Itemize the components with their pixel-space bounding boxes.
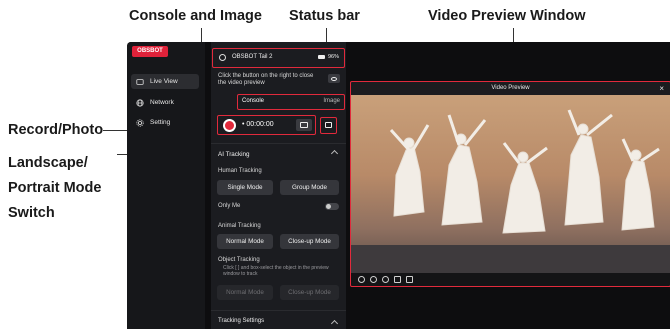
annotated-screenshot: Console and Image Status bar Video Previ… bbox=[0, 0, 670, 329]
record-icon bbox=[225, 121, 234, 130]
app-window: OBSBOT Live View Network Setting OBSBOT … bbox=[127, 42, 670, 329]
callout-landscape-1: Landscape/ bbox=[8, 155, 88, 171]
live-view-icon bbox=[136, 78, 144, 85]
callout-status-bar: Status bar bbox=[289, 8, 360, 24]
callout-console-image: Console and Image bbox=[129, 8, 262, 24]
sidebar-item-label: Setting bbox=[150, 119, 171, 126]
orientation-switch-button[interactable] bbox=[320, 117, 337, 134]
chevron-up-icon[interactable] bbox=[330, 149, 339, 158]
console-panel: OBSBOT Tail 2 96% Click the button on th… bbox=[211, 42, 346, 329]
animal-closeup-mode-button[interactable]: Close-up Mode bbox=[280, 234, 339, 249]
callout-video-preview: Video Preview Window bbox=[428, 8, 586, 24]
object-tracking-label: Object Tracking bbox=[218, 257, 260, 263]
battery-icon bbox=[318, 55, 325, 59]
eye-icon bbox=[331, 76, 337, 81]
record-timer: • 00:00:00 bbox=[242, 121, 274, 128]
tracking-settings-title[interactable]: Tracking Settings bbox=[218, 318, 264, 324]
sidebar-item-setting[interactable]: Setting bbox=[131, 115, 199, 130]
tab-image[interactable]: Image bbox=[323, 98, 340, 104]
callout-landscape-2: Portrait Mode bbox=[8, 180, 102, 196]
divider bbox=[211, 143, 346, 144]
gear-icon bbox=[136, 118, 144, 127]
chevron-up-icon[interactable] bbox=[330, 319, 339, 328]
power-icon bbox=[219, 54, 226, 61]
battery-level: 96% bbox=[328, 54, 340, 60]
only-me-toggle[interactable] bbox=[325, 203, 339, 210]
globe-icon bbox=[136, 98, 144, 107]
orientation-icon bbox=[325, 122, 332, 128]
animal-normal-mode-button[interactable]: Normal Mode bbox=[217, 234, 273, 249]
object-closeup-mode-button[interactable]: Close-up Mode bbox=[280, 285, 339, 300]
object-tracking-hint: Click [ ] and box-select the object in t… bbox=[223, 265, 329, 277]
only-me-label: Only Me bbox=[218, 203, 241, 209]
animal-tracking-label: Animal Tracking bbox=[218, 223, 261, 229]
callout-landscape-3: Switch bbox=[8, 205, 55, 221]
sidebar: OBSBOT Live View Network Setting bbox=[127, 42, 205, 329]
single-mode-button[interactable]: Single Mode bbox=[217, 180, 273, 195]
divider bbox=[211, 310, 346, 311]
sidebar-item-live-view[interactable]: Live View bbox=[131, 74, 199, 89]
sidebar-item-network[interactable]: Network bbox=[131, 95, 199, 110]
record-button[interactable] bbox=[223, 119, 236, 132]
ai-tracking-title: AI Tracking bbox=[218, 151, 250, 158]
human-tracking-label: Human Tracking bbox=[218, 168, 262, 174]
callout-record-photo: Record/Photo bbox=[8, 122, 104, 138]
video-preview-highlight bbox=[350, 81, 670, 287]
device-name: OBSBOT Tail 2 bbox=[232, 54, 273, 60]
preview-hint: Click the button on the right to close t… bbox=[218, 73, 314, 86]
toggle-knob bbox=[326, 204, 331, 209]
tab-console[interactable]: Console bbox=[242, 98, 264, 104]
sidebar-item-label: Network bbox=[150, 99, 174, 106]
group-mode-button[interactable]: Group Mode bbox=[280, 180, 339, 195]
record-photo-bar: • 00:00:00 bbox=[217, 115, 316, 135]
object-normal-mode-button[interactable]: Normal Mode bbox=[217, 285, 273, 300]
sidebar-item-label: Live View bbox=[150, 78, 178, 85]
camera-icon bbox=[300, 122, 308, 128]
app-logo: OBSBOT bbox=[132, 46, 168, 57]
toggle-preview-button[interactable] bbox=[328, 74, 340, 83]
tab-bar: Console Image bbox=[237, 94, 345, 110]
photo-button[interactable] bbox=[296, 119, 312, 131]
status-bar: OBSBOT Tail 2 96% bbox=[212, 48, 345, 68]
